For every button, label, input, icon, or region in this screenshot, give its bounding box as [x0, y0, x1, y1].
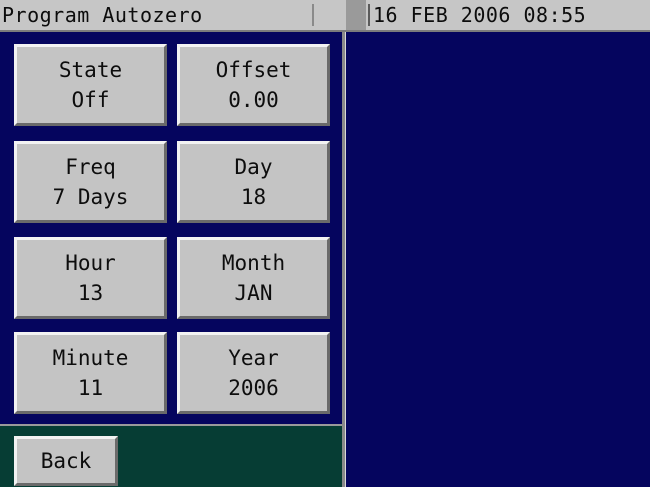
freq-button[interactable]: Freq 7 Days: [14, 141, 167, 223]
title-gap: [346, 0, 366, 30]
button-label: Offset: [215, 58, 292, 82]
title-separator: [312, 4, 314, 26]
button-value: 13: [77, 281, 104, 305]
button-label: Minute: [52, 346, 129, 370]
footer-bar: Back: [0, 424, 342, 487]
offset-button[interactable]: Offset 0.00: [177, 44, 330, 126]
title-separator: [368, 4, 370, 26]
button-value: 11: [77, 376, 104, 400]
button-value: Off: [71, 88, 110, 112]
hour-button[interactable]: Hour 13: [14, 237, 167, 319]
button-label: Hour: [65, 251, 116, 275]
back-button[interactable]: Back: [14, 436, 118, 486]
day-button[interactable]: Day 18: [177, 141, 330, 223]
button-label: Year: [228, 346, 279, 370]
button-label: Day: [234, 155, 273, 179]
datetime-display: 16 FEB 2006 08:55: [373, 3, 587, 27]
year-button[interactable]: Year 2006: [177, 332, 330, 414]
button-label: Month: [221, 251, 286, 275]
button-value: 7 Days: [52, 185, 129, 209]
button-label: State: [58, 58, 123, 82]
settings-panel: State Off Offset 0.00 Freq 7 Days Day 18…: [0, 32, 344, 487]
state-button[interactable]: State Off: [14, 44, 167, 126]
button-value: 0.00: [228, 88, 279, 112]
minute-button[interactable]: Minute 11: [14, 332, 167, 414]
month-button[interactable]: Month JAN: [177, 237, 330, 319]
button-value: 18: [240, 185, 267, 209]
display-area: [346, 32, 650, 487]
button-value: 2006: [228, 376, 279, 400]
screen-title: Program Autozero: [2, 3, 203, 27]
button-label: Freq: [65, 155, 116, 179]
button-value: JAN: [234, 281, 273, 305]
title-bar: Program Autozero 16 FEB 2006 08:55: [0, 0, 650, 32]
